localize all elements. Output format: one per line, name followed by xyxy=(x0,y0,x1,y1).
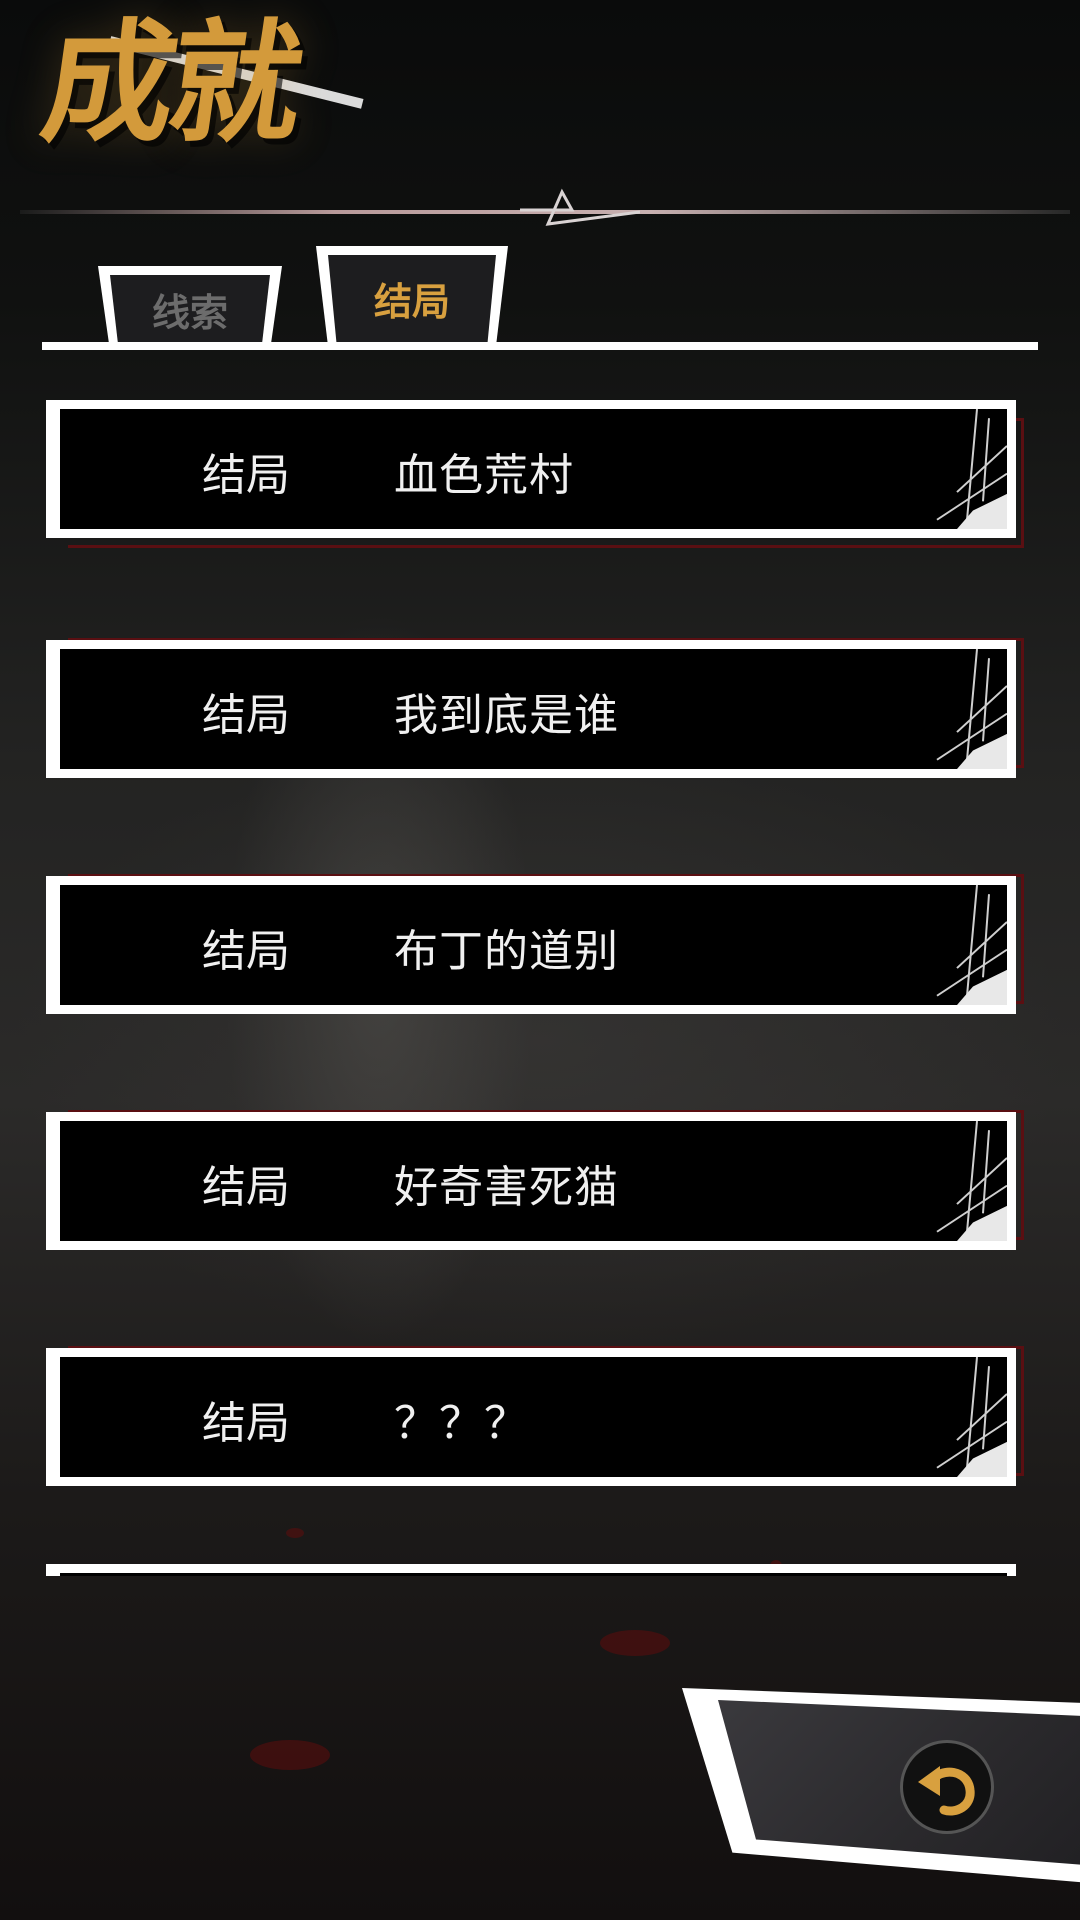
ending-tag: 结局 xyxy=(202,1162,290,1213)
ending-row[interactable] xyxy=(46,1564,1016,1576)
ending-row[interactable]: 结局 好奇害死猫 xyxy=(46,1092,1024,1252)
blood-splatter xyxy=(250,1740,330,1770)
tab-clues-face: 线索 xyxy=(110,275,270,344)
ending-card: 结局 布丁的道别 xyxy=(46,876,1016,1014)
back-button[interactable] xyxy=(900,1740,994,1834)
tab-clues-label: 线索 xyxy=(151,291,228,335)
page-title: 成就 xyxy=(33,7,307,161)
ending-row[interactable]: 结局 布丁的道别 xyxy=(46,856,1024,1016)
ending-name: ？？？ xyxy=(394,1398,529,1449)
ending-name: 布丁的道别 xyxy=(394,926,619,977)
ending-tag: 结局 xyxy=(202,1398,290,1449)
ending-card: 结局 好奇害死猫 xyxy=(46,1112,1016,1250)
scratch-decoration xyxy=(936,885,1007,1005)
scratch-decoration xyxy=(936,649,1007,769)
ending-name: 好奇害死猫 xyxy=(394,1162,619,1213)
ending-card: 结局 我到底是谁 xyxy=(46,640,1016,778)
ending-tag: 结局 xyxy=(202,450,290,501)
return-arrow-icon xyxy=(918,1766,975,1816)
ending-row[interactable]: 结局 ？？？ xyxy=(46,1328,1024,1488)
ending-row[interactable]: 结局 血色荒村 xyxy=(46,400,1024,560)
ending-row[interactable]: 结局 我到底是谁 xyxy=(46,620,1024,780)
blood-splatter xyxy=(600,1630,670,1656)
ending-tag: 结局 xyxy=(202,926,290,977)
ending-card: 结局 血色荒村 xyxy=(46,400,1016,538)
header-spike-decoration xyxy=(520,188,640,226)
tab-endings-label: 结局 xyxy=(373,280,450,324)
tab-endings[interactable]: 结局 xyxy=(316,246,508,342)
ending-name: 血色荒村 xyxy=(394,450,574,501)
ending-tag: 结局 xyxy=(202,690,290,741)
scratch-decoration xyxy=(936,1121,1007,1241)
scratch-decoration xyxy=(936,1357,1007,1477)
endings-list[interactable]: 结局 血色荒村 结局 我到底是谁 结局 布丁的道别 结局 好奇害死猫 结局 ？？… xyxy=(0,400,1080,1576)
tab-clues[interactable]: 线索 xyxy=(98,266,282,344)
ending-card: 结局 ？？？ xyxy=(46,1348,1016,1486)
scratch-decoration xyxy=(936,409,1007,529)
ending-name: 我到底是谁 xyxy=(394,690,619,741)
tab-baseline xyxy=(42,342,1038,350)
ending-card xyxy=(46,1564,1016,1576)
tab-endings-face: 结局 xyxy=(328,255,496,342)
